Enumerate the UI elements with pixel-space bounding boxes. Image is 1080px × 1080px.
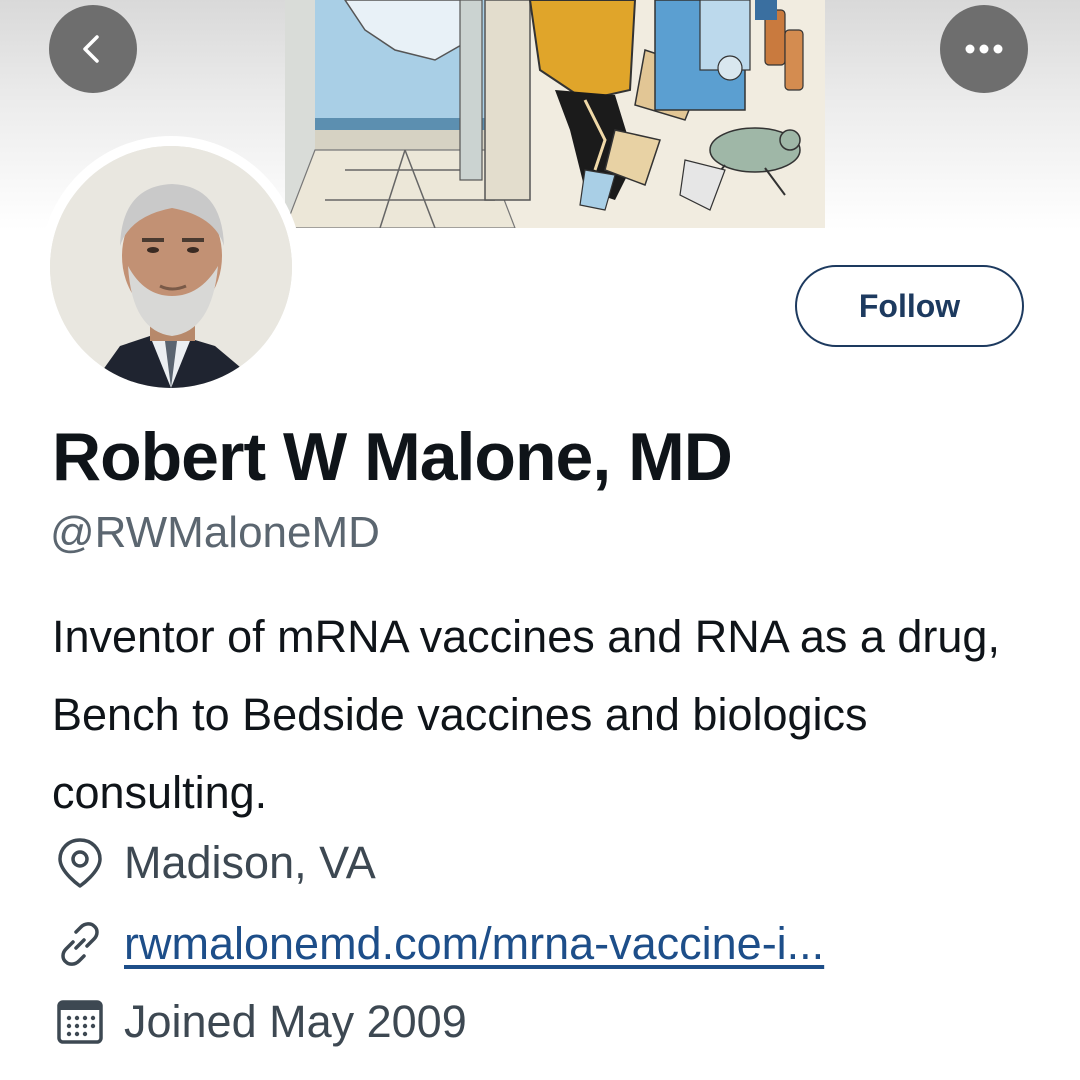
- joined-text: Joined May 2009: [124, 996, 467, 1047]
- more-options-button[interactable]: [940, 5, 1028, 93]
- avatar-photo: [50, 146, 292, 388]
- location-pin-icon: [52, 835, 108, 891]
- profile-name: Robert W Malone, MD: [52, 419, 733, 495]
- location-text: Madison, VA: [124, 837, 376, 888]
- banner-illustration: [285, 0, 825, 228]
- calendar-icon: [52, 994, 108, 1050]
- profile-banner[interactable]: [285, 0, 825, 228]
- avatar[interactable]: [50, 146, 292, 388]
- profile-bio: Inventor of mRNA vaccines and RNA as a d…: [52, 611, 1000, 818]
- website-link[interactable]: rwmalonemd.com/mrna-vaccine-i...: [124, 918, 824, 970]
- link-icon: [52, 916, 108, 972]
- profile-website[interactable]: rwmalonemd.com/mrna-vaccine-i...: [52, 912, 824, 976]
- profile-handle: @RWMaloneMD: [50, 508, 380, 557]
- profile-joined: Joined May 2009: [52, 990, 467, 1054]
- more-horizontal-icon: [965, 44, 1003, 54]
- back-button[interactable]: [49, 5, 137, 93]
- chevron-left-icon: [83, 35, 99, 63]
- follow-button[interactable]: Follow: [795, 265, 1024, 347]
- profile-location: Madison, VA: [52, 831, 376, 895]
